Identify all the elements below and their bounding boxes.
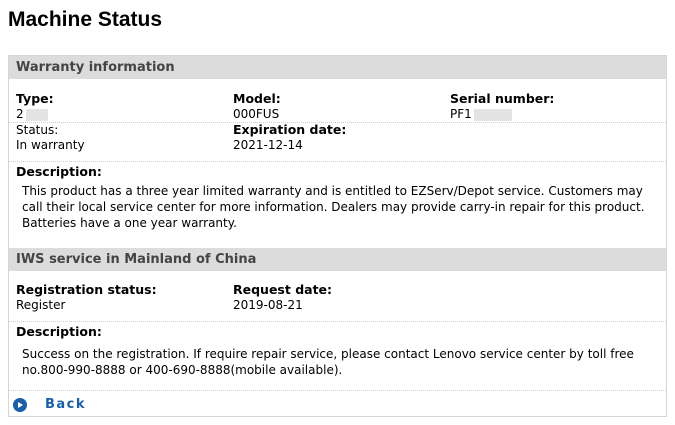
warranty-section-header: Warranty information <box>9 56 666 79</box>
model-value: 000FUS <box>233 107 280 121</box>
registration-status-value: Register <box>16 298 66 312</box>
request-date-label: Request date: <box>233 282 333 297</box>
back-label[interactable]: Back <box>45 397 86 412</box>
status-label: Status: <box>16 123 59 137</box>
registration-status-label: Registration status: <box>16 282 157 297</box>
iws-description-text: Success on the registration. If require … <box>22 347 634 377</box>
type-label: Type: <box>16 91 54 106</box>
redacted-block <box>473 108 512 121</box>
warranty-description-text: This product has a three year limited wa… <box>22 184 645 230</box>
redacted-block <box>25 108 48 121</box>
iws-description-label: Description: <box>16 324 102 339</box>
expiration-date-label: Expiration date: <box>233 122 347 137</box>
page-title: Machine Status <box>8 8 163 31</box>
iws-section-header: IWS service in Mainland of China <box>9 248 666 271</box>
machine-status-panel: Warranty information Type: 2 Model: 000F… <box>8 55 667 417</box>
status-value: In warranty <box>16 138 85 152</box>
circle-arrow-right-icon[interactable] <box>13 397 27 412</box>
serial-number-value: PF1 <box>450 106 512 122</box>
row-divider <box>9 321 666 322</box>
type-value: 2 <box>16 106 48 122</box>
expiration-date-value: 2021-12-14 <box>233 138 303 152</box>
model-label: Model: <box>233 91 281 106</box>
back-link[interactable]: Back <box>13 397 86 412</box>
serial-number-label: Serial number: <box>450 91 555 106</box>
warranty-description-label: Description: <box>16 164 102 179</box>
request-date-value: 2019-08-21 <box>233 298 303 312</box>
row-divider <box>9 390 666 391</box>
row-divider <box>9 161 666 162</box>
